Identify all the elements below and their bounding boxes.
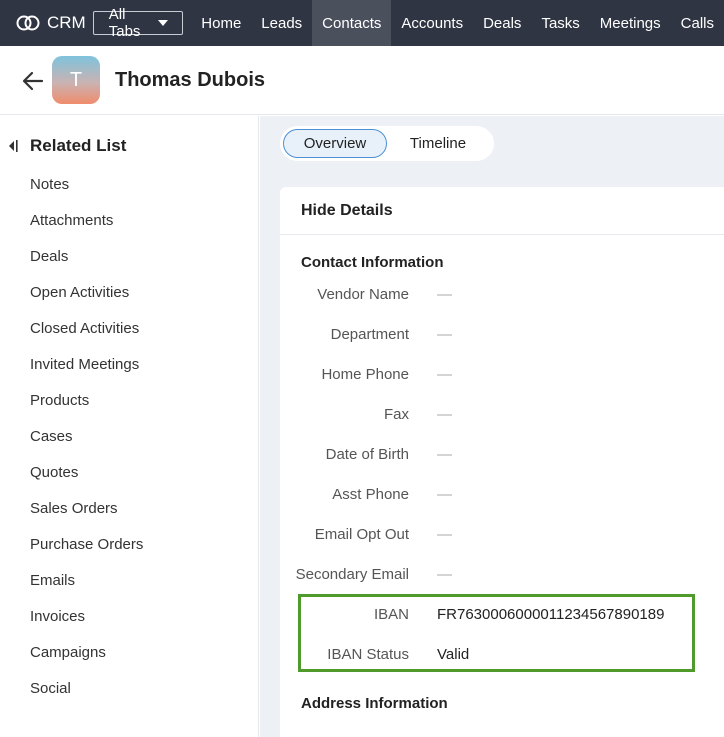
field-label-home-phone: Home Phone xyxy=(321,366,409,383)
related-list-item-closed-activities[interactable]: Closed Activities xyxy=(30,317,143,353)
field-label-iban-status: IBAN Status xyxy=(327,646,409,663)
field-value-vendor-name[interactable]: — xyxy=(437,286,452,303)
related-list-item-campaigns[interactable]: Campaigns xyxy=(30,641,143,677)
related-list-item-purchase-orders[interactable]: Purchase Orders xyxy=(30,533,143,569)
field-value-email-opt-out[interactable]: — xyxy=(437,526,452,543)
details-card: Hide Details Contact Information Vendor … xyxy=(280,187,724,737)
field-value-department[interactable]: — xyxy=(437,326,452,343)
nav-tab-accounts[interactable]: Accounts xyxy=(391,0,473,46)
related-list-item-sales-orders[interactable]: Sales Orders xyxy=(30,497,143,533)
related-list-item-attachments[interactable]: Attachments xyxy=(30,209,143,245)
main-content: Overview Timeline Hide Details Contact I… xyxy=(260,116,724,737)
field-value-asst-phone[interactable]: — xyxy=(437,486,452,503)
field-value-iban-status[interactable]: Valid xyxy=(437,646,469,663)
brand-name: CRM xyxy=(47,13,86,32)
address-information-heading: Address Information xyxy=(301,695,448,712)
contact-information-heading: Contact Information xyxy=(301,254,444,271)
related-list-item-social[interactable]: Social xyxy=(30,677,143,713)
related-list-item-open-activities[interactable]: Open Activities xyxy=(30,281,143,317)
related-list-sidebar: Related List Notes Attachments Deals Ope… xyxy=(0,116,259,737)
related-list-items: Notes Attachments Deals Open Activities … xyxy=(30,173,143,713)
field-label-asst-phone: Asst Phone xyxy=(332,486,409,503)
timeline-tab[interactable]: Timeline xyxy=(390,129,486,158)
related-list-item-notes[interactable]: Notes xyxy=(30,173,143,209)
all-tabs-label: All Tabs xyxy=(108,6,141,40)
all-tabs-dropdown[interactable]: All Tabs xyxy=(92,6,184,40)
related-list-item-emails[interactable]: Emails xyxy=(30,569,143,605)
field-label-date-of-birth: Date of Birth xyxy=(325,446,409,463)
contact-avatar[interactable]: T xyxy=(52,56,100,104)
nav-tab-tasks[interactable]: Tasks xyxy=(531,0,589,46)
collapse-sidebar-icon[interactable] xyxy=(8,139,18,153)
contact-name: Thomas Dubois xyxy=(115,69,266,91)
nav-tab-meetings[interactable]: Meetings xyxy=(590,0,671,46)
related-list-item-cases[interactable]: Cases xyxy=(30,425,143,461)
field-label-fax: Fax xyxy=(383,406,409,423)
overview-tab[interactable]: Overview xyxy=(283,129,387,158)
field-label-department: Department xyxy=(330,326,409,343)
nav-tab-leads[interactable]: Leads xyxy=(251,0,312,46)
field-value-iban[interactable]: FR7630006000011234567890189 xyxy=(437,606,664,623)
nav-tab-contacts[interactable]: Contacts xyxy=(312,0,392,46)
field-label-iban: IBAN xyxy=(373,606,409,623)
related-list-item-invoices[interactable]: Invoices xyxy=(30,605,143,641)
caret-down-icon xyxy=(158,20,169,26)
top-navigation-bar: CRM All Tabs Home Leads Contacts Account… xyxy=(0,0,724,46)
back-arrow-icon[interactable] xyxy=(22,70,44,92)
related-list-item-products[interactable]: Products xyxy=(30,389,143,425)
nav-tab-home[interactable]: Home xyxy=(191,0,251,46)
nav-tab-calls[interactable]: Calls xyxy=(671,0,724,46)
field-value-date-of-birth[interactable]: — xyxy=(437,446,452,463)
field-label-vendor-name: Vendor Name xyxy=(317,286,409,303)
field-label-email-opt-out: Email Opt Out xyxy=(314,526,409,543)
view-toggle: Overview Timeline xyxy=(280,126,494,161)
record-header: T Thomas Dubois xyxy=(0,46,724,115)
field-value-secondary-email[interactable]: — xyxy=(437,566,452,583)
related-list-title: Related List xyxy=(30,136,127,155)
nav-tab-deals[interactable]: Deals xyxy=(473,0,531,46)
field-value-home-phone[interactable]: — xyxy=(437,366,452,383)
field-value-fax[interactable]: — xyxy=(437,406,452,423)
crm-logo-icon xyxy=(16,15,40,31)
related-list-item-deals[interactable]: Deals xyxy=(30,245,143,281)
related-list-item-quotes[interactable]: Quotes xyxy=(30,461,143,497)
related-list-item-invited-meetings[interactable]: Invited Meetings xyxy=(30,353,143,389)
brand[interactable]: CRM xyxy=(16,13,93,33)
module-tabs: Home Leads Contacts Accounts Deals Tasks… xyxy=(191,0,724,46)
hide-details-toggle[interactable]: Hide Details xyxy=(280,187,724,235)
field-label-secondary-email: Secondary Email xyxy=(295,566,409,583)
